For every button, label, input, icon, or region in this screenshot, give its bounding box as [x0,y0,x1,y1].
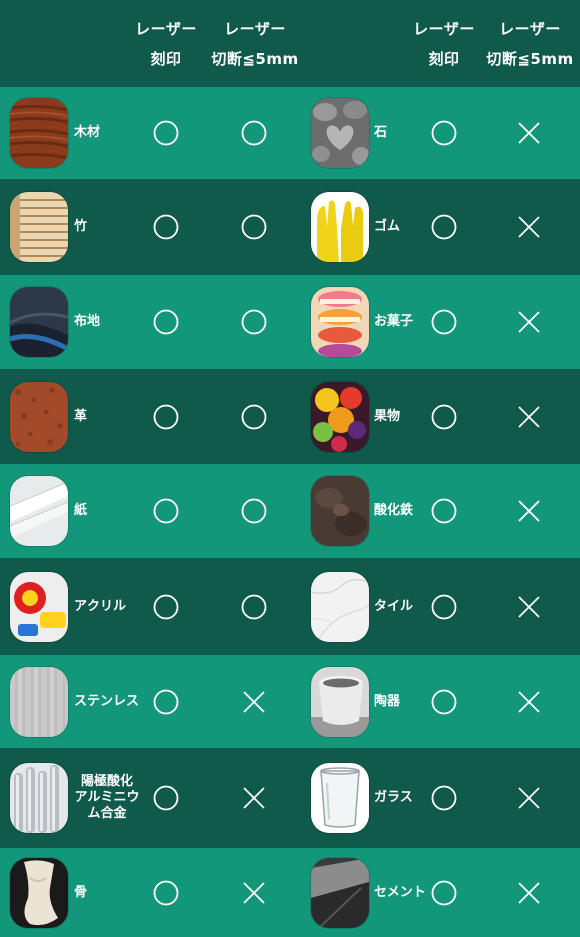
material-label: 陶器 [374,693,401,709]
table-row: 布地 お菓子 [0,275,580,369]
materials-compatibility-table: レーザー 刻印 レーザー 切断≦5mm レーザー 刻印 レーザー 切断≦5mm … [0,0,580,937]
marble-tile-image [311,571,369,642]
cross-mark-icon [515,593,543,621]
table-header: レーザー 刻印 レーザー 切断≦5mm レーザー 刻印 レーザー 切断≦5mm [0,0,580,87]
header-cut-line2: 切断≦5mm [211,49,299,68]
circle-mark-icon [240,593,268,621]
table-row: 陽極酸化 アルミニウ ム合金 ガラス [0,748,580,848]
cross-mark-icon [515,308,543,336]
cross-mark-icon [240,784,268,812]
material-label: アクリル [74,598,127,614]
fruits-image [311,381,369,452]
table-row: ステンレス 陶器 [0,655,580,748]
material-label: 紙 [74,503,88,518]
table-row: アクリル タイル [0,558,580,655]
cross-mark-icon [240,688,268,716]
header-engrave-line2: 刻印 [150,49,182,68]
acrylic-image [10,571,68,642]
header-cut-left: レーザー 切断≦5mm [210,0,300,87]
header-cut-line1: レーザー [499,19,561,38]
material-label: ガラス [374,790,413,805]
cross-mark-icon [515,403,543,431]
material-label-line: 陽極酸化 [80,774,133,789]
cross-mark-icon [515,688,543,716]
fabric-image [10,287,68,357]
macarons-image [311,287,369,357]
circle-mark-icon [152,688,180,716]
material-label: 革 [74,408,88,424]
circle-mark-icon [430,403,458,431]
header-engrave-line1: レーザー [135,19,197,38]
bamboo-blind-image [10,192,68,262]
circle-mark-icon [430,784,458,812]
material-label: ゴム [374,219,401,234]
cross-mark-icon [515,497,543,525]
header-engrave-line2: 刻印 [428,49,460,68]
circle-mark-icon [152,879,180,907]
table-row: 革 果物 [0,369,580,464]
circle-mark-icon [240,497,268,525]
table-row: 木材 石 [0,87,580,179]
bone-image [10,857,68,928]
circle-mark-icon [430,213,458,241]
cement-image [311,857,369,928]
cross-mark-icon [515,784,543,812]
header-cut-right: レーザー 切断≦5mm [484,0,576,87]
stones-image [311,98,369,168]
table-row: 紙 酸化鉄 [0,464,580,558]
material-label: 骨 [74,884,88,900]
material-label: 木材 [74,125,101,140]
iron-oxide-image [311,476,369,546]
cross-mark-icon [515,879,543,907]
circle-mark-icon [152,403,180,431]
header-engrave-line1: レーザー [413,19,475,38]
circle-mark-icon [152,308,180,336]
leather-image [10,381,68,452]
header-engrave-right: レーザー 刻印 [406,0,482,87]
aluminum-rods-image [10,763,68,833]
cross-mark-icon [515,119,543,147]
circle-mark-icon [152,119,180,147]
glass-image [311,763,369,833]
stainless-image [10,666,68,737]
header-cut-line2: 切断≦5mm [486,49,574,68]
paper-image [10,476,68,546]
material-label: 竹 [74,219,88,234]
wood-texture-image [10,98,68,168]
circle-mark-icon [430,879,458,907]
circle-mark-icon [240,308,268,336]
header-engrave-left: レーザー 刻印 [128,0,204,87]
material-label-line: アルミニウ [74,790,140,805]
circle-mark-icon [152,784,180,812]
circle-mark-icon [430,497,458,525]
cross-mark-icon [240,879,268,907]
material-label: お菓子 [374,314,414,329]
ceramic-cup-image [311,666,369,737]
circle-mark-icon [430,688,458,716]
material-label: 石 [374,125,388,140]
table-row: 竹 ゴム [0,179,580,275]
material-label: 酸化鉄 [374,503,414,518]
material-label: セメント [374,884,426,900]
cross-mark-icon [515,213,543,241]
circle-mark-icon [430,119,458,147]
circle-mark-icon [430,308,458,336]
circle-mark-icon [240,119,268,147]
material-label: 果物 [374,408,401,424]
table-row: 骨 セメント [0,848,580,937]
material-label-line: ム合金 [87,806,127,821]
header-cut-line1: レーザー [224,19,286,38]
circle-mark-icon [152,593,180,621]
material-label: ステンレス [74,693,140,709]
circle-mark-icon [152,213,180,241]
circle-mark-icon [240,213,268,241]
material-label: タイル [374,598,414,614]
material-label: 布地 [74,314,101,329]
rubber-gloves-image [311,192,369,262]
circle-mark-icon [240,403,268,431]
material-label: 陽極酸化 アルミニウ ム合金 [74,772,140,824]
circle-mark-icon [152,497,180,525]
circle-mark-icon [430,593,458,621]
